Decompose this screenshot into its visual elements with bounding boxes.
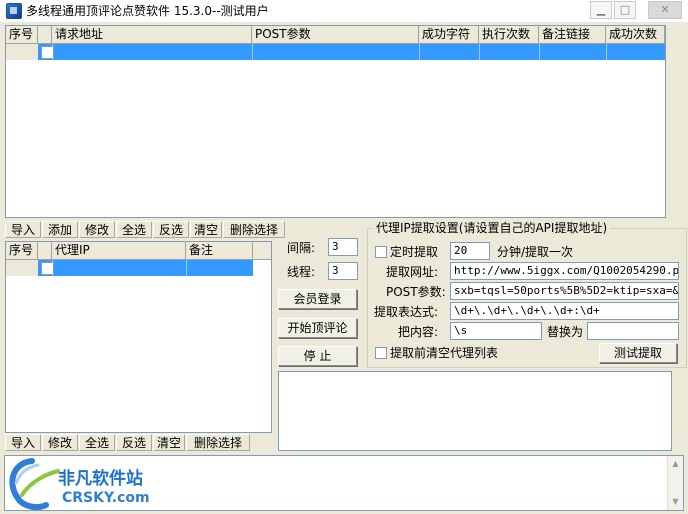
content-input[interactable]: \s (450, 322, 542, 340)
post-params-label: POST参数: (386, 285, 446, 299)
table-row[interactable] (38, 260, 253, 276)
maximize-button[interactable]: □ (614, 1, 636, 19)
minimize-button[interactable]: ▁ (590, 1, 612, 19)
log-textarea[interactable] (278, 371, 672, 451)
import-button[interactable]: 导入 (5, 221, 41, 238)
proxy-edit-button[interactable]: 修改 (42, 434, 78, 451)
url-input[interactable]: http://www.5iggx.com/Q1002054290.php (450, 262, 679, 280)
cell-divider (186, 260, 187, 276)
close-button[interactable]: ✕ (648, 1, 682, 19)
member-login-button[interactable]: 会员登录 (278, 289, 357, 309)
cell-divider (479, 44, 480, 60)
content-label: 把内容: (398, 325, 439, 339)
cell-divider (606, 44, 607, 60)
cell-divider (52, 44, 53, 60)
logo-brand-en: CRSKY.com (62, 490, 150, 506)
start-button[interactable]: 开始顶评论 (278, 318, 357, 338)
row-header (6, 260, 39, 276)
col-exec-count[interactable]: 执行次数 (479, 26, 539, 43)
app-icon (6, 3, 22, 19)
cell-divider (252, 44, 253, 60)
select-all-button[interactable]: 全选 (116, 221, 152, 238)
replace-label: 替换为 (547, 325, 584, 339)
timed-extract-checkbox[interactable] (375, 246, 387, 258)
cell-divider (419, 44, 420, 60)
cell-divider (52, 260, 53, 276)
title-bar: 多线程通用顶评论点赞软件 15.3.0--测试用户 ▁ □ ✕ (0, 0, 688, 22)
interval-label: 间隔: (287, 241, 316, 255)
threads-input[interactable]: 3 (328, 262, 358, 280)
col-request-url[interactable]: 请求地址 (52, 26, 252, 43)
interval-input[interactable]: 3 (328, 238, 358, 256)
stop-button[interactable]: 停 止 (278, 346, 357, 366)
col-note[interactable]: 备注 (186, 242, 253, 259)
url-label: 提取网址: (386, 265, 439, 279)
task-table[interactable]: 序号 请求地址 POST参数 成功字符 执行次数 备注链接 成功次数 (5, 25, 666, 218)
clear-button[interactable]: 清空 (190, 221, 222, 238)
col-success-count[interactable]: 成功次数 (606, 26, 665, 43)
col-check[interactable] (38, 242, 52, 259)
scroll-up-icon[interactable]: ▲ (668, 456, 683, 472)
timed-extract-label: 定时提取 (390, 245, 439, 259)
proxy-import-button[interactable]: 导入 (5, 434, 41, 451)
watermark-logo: 非凡软件站 CRSKY.com (2, 455, 162, 511)
timed-suffix-label: 分钟/提取一次 (497, 245, 574, 259)
test-extract-button[interactable]: 测试提取 (599, 343, 677, 363)
col-post-params[interactable]: POST参数 (252, 26, 419, 43)
logo-brand-cn: 非凡软件站 (58, 468, 143, 489)
cell-divider (539, 44, 540, 60)
proxy-delete-selected-button[interactable]: 删除选择 (186, 434, 250, 451)
replace-input[interactable] (587, 322, 679, 340)
col-index[interactable]: 序号 (6, 26, 38, 43)
regex-label: 提取表达式: (374, 305, 439, 319)
regex-input[interactable]: \d+\.\d+\.\d+\.\d+:\d+ (450, 302, 679, 320)
timed-interval-input[interactable]: 20 (450, 242, 490, 260)
task-table-header: 序号 请求地址 POST参数 成功字符 执行次数 备注链接 成功次数 (6, 26, 665, 44)
col-note-link[interactable]: 备注链接 (539, 26, 606, 43)
table-row[interactable] (38, 44, 665, 60)
add-button[interactable]: 添加 (42, 221, 78, 238)
crsky-logo-icon: 非凡软件站 CRSKY.com (9, 458, 150, 511)
clear-before-extract-checkbox[interactable] (375, 347, 387, 359)
delete-selected-button[interactable]: 删除选择 (223, 221, 285, 238)
proxy-invert-select-button[interactable]: 反选 (116, 434, 152, 451)
edit-button[interactable]: 修改 (79, 221, 115, 238)
row-header (6, 44, 39, 60)
proxy-table-header: 序号 代理IP 备注 (6, 242, 271, 260)
proxy-table[interactable]: 序号 代理IP 备注 (5, 241, 272, 433)
post-params-input[interactable]: sxb=tqsl=50ports%5B%5D2=ktip=sxa=&subm (450, 282, 679, 300)
app-window: 多线程通用顶评论点赞软件 15.3.0--测试用户 ▁ □ ✕ 序号 请求地址 … (0, 0, 688, 513)
invert-select-button[interactable]: 反选 (153, 221, 189, 238)
clear-before-extract-label: 提取前清空代理列表 (390, 346, 499, 360)
window-title: 多线程通用顶评论点赞软件 15.3.0--测试用户 (26, 4, 269, 18)
col-check[interactable] (38, 26, 52, 43)
proxy-settings-title: 代理IP提取设置(请设置自己的API提取地址) (373, 221, 611, 235)
threads-label: 线程: (287, 265, 316, 279)
col-success-string[interactable]: 成功字符 (419, 26, 479, 43)
status-scrollbar[interactable]: ▲ ▼ (667, 456, 683, 510)
col-index[interactable]: 序号 (6, 242, 38, 259)
proxy-clear-button[interactable]: 清空 (153, 434, 185, 451)
col-proxy-ip[interactable]: 代理IP (52, 242, 186, 259)
proxy-select-all-button[interactable]: 全选 (79, 434, 115, 451)
scroll-down-icon[interactable]: ▼ (668, 494, 683, 510)
